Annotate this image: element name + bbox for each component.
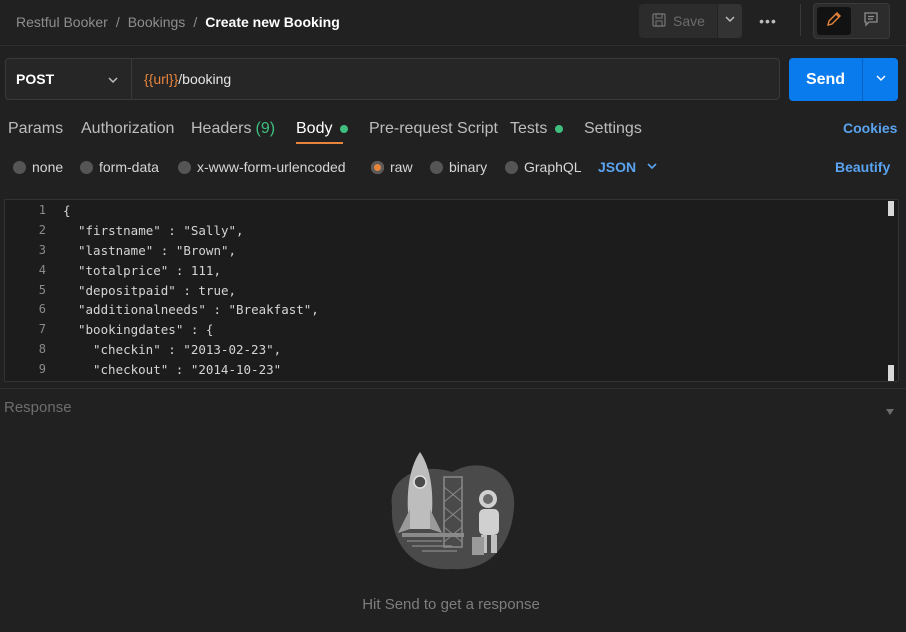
response-divider[interactable] xyxy=(0,388,906,389)
status-dot xyxy=(555,125,564,133)
save-button-group: Save xyxy=(639,4,742,38)
divider xyxy=(800,4,801,36)
send-button[interactable]: Send xyxy=(789,58,862,101)
line-number: 2 xyxy=(38,223,46,237)
line-gutter: 1 2 3 4 5 6 7 8 9 xyxy=(5,200,60,381)
line-number: 5 xyxy=(38,283,46,297)
code-line: "lastname" : "Brown", xyxy=(78,243,237,258)
save-button[interactable]: Save xyxy=(639,4,717,38)
radio-label: raw xyxy=(390,159,413,175)
save-label: Save xyxy=(673,13,705,29)
tab-params[interactable]: Params xyxy=(8,120,63,148)
save-options-button[interactable] xyxy=(717,4,742,38)
radio-none[interactable]: none xyxy=(13,159,63,175)
line-number: 9 xyxy=(38,362,46,376)
radio-form-data[interactable]: form-data xyxy=(80,159,159,175)
more-options-button[interactable]: ••• xyxy=(753,10,783,32)
code-line: "bookingdates" : { xyxy=(78,322,214,337)
comment-icon xyxy=(862,10,880,33)
tab-label: Authorization xyxy=(81,120,175,137)
chevron-down-icon xyxy=(107,73,119,89)
edit-mode-button[interactable] xyxy=(817,7,851,35)
format-select[interactable]: JSON xyxy=(598,159,658,175)
tab-label: Pre-request Script xyxy=(369,120,498,137)
line-number: 3 xyxy=(38,243,46,257)
method-label: POST xyxy=(16,71,55,87)
radio-indicator xyxy=(13,160,26,174)
format-label: JSON xyxy=(598,159,637,175)
radio-label: x-www-form-urlencoded xyxy=(197,159,346,175)
radio-label: form-data xyxy=(99,159,159,175)
code-line: { xyxy=(63,203,71,218)
body-editor[interactable]: 1 2 3 4 5 6 7 8 9 { "firstname" : "Sally… xyxy=(4,199,899,382)
cookies-link[interactable]: Cookies xyxy=(843,120,897,136)
tab-label: Tests xyxy=(510,120,548,137)
radio-indicator xyxy=(80,160,93,174)
breadcrumb: Restful Booker / Bookings / Create new B… xyxy=(16,14,340,30)
line-number: 6 xyxy=(38,302,46,316)
chevron-down-icon xyxy=(875,71,887,89)
radio-indicator-selected xyxy=(371,160,384,174)
line-number: 7 xyxy=(38,322,46,336)
send-options-button[interactable] xyxy=(862,58,898,101)
caret-down-icon[interactable] xyxy=(885,403,895,421)
editor-scrollbar[interactable] xyxy=(888,365,894,381)
tab-pre-request-script[interactable]: Pre-request Script xyxy=(369,120,498,148)
headers-count: (9) xyxy=(255,120,276,137)
beautify-button[interactable]: Beautify xyxy=(835,159,890,175)
send-button-group: Send xyxy=(789,58,898,101)
breadcrumb-collection[interactable]: Restful Booker xyxy=(16,14,108,30)
radio-graphql[interactable]: GraphQL xyxy=(505,159,582,175)
radio-binary[interactable]: binary xyxy=(430,159,487,175)
radio-label: GraphQL xyxy=(524,159,582,175)
save-icon xyxy=(651,12,667,31)
code-line: "checkin" : "2013-02-23", xyxy=(93,342,282,357)
active-tab-indicator xyxy=(296,142,343,144)
code-line: "additionalneeds" : "Breakfast", xyxy=(78,302,319,317)
radio-indicator xyxy=(505,160,518,174)
line-number: 8 xyxy=(38,342,46,356)
tab-headers[interactable]: Headers (9) xyxy=(191,120,275,148)
radio-label: none xyxy=(32,159,64,175)
editor-scrollbar[interactable] xyxy=(888,201,894,216)
breadcrumb-folder[interactable]: Bookings xyxy=(128,14,186,30)
url-variable: {{url}} xyxy=(144,71,179,87)
tab-tests[interactable]: Tests xyxy=(510,120,564,148)
code-line: "firstname" : "Sally", xyxy=(78,223,244,238)
breadcrumb-separator: / xyxy=(115,14,120,30)
view-mode-toggle xyxy=(813,3,890,39)
line-number: 4 xyxy=(38,263,46,277)
line-number: 1 xyxy=(38,203,46,217)
code-line: "depositpaid" : true, xyxy=(78,283,237,298)
radio-indicator xyxy=(430,160,443,174)
breadcrumb-separator: / xyxy=(193,14,198,30)
comments-button[interactable] xyxy=(855,7,887,35)
tab-label: Headers xyxy=(191,120,252,137)
radio-indicator xyxy=(178,160,191,174)
tab-label: Body xyxy=(296,120,333,137)
chevron-down-icon xyxy=(646,159,658,175)
method-select[interactable]: POST xyxy=(5,58,131,100)
radio-raw[interactable]: raw xyxy=(371,159,413,175)
radio-urlencoded[interactable]: x-www-form-urlencoded xyxy=(178,159,346,175)
tab-settings[interactable]: Settings xyxy=(584,120,642,148)
chevron-down-icon xyxy=(724,12,736,30)
url-path: /booking xyxy=(178,71,232,87)
tab-authorization[interactable]: Authorization xyxy=(81,120,174,148)
empty-response-message: Hit Send to get a response xyxy=(362,596,540,613)
response-title: Response xyxy=(4,399,72,416)
request-header: Restful Booker / Bookings / Create new B… xyxy=(0,0,906,46)
code-line: "checkout" : "2014-10-23" xyxy=(93,362,282,377)
status-dot xyxy=(340,125,349,133)
radio-label: binary xyxy=(449,159,488,175)
rocket-astronaut-illustration xyxy=(382,447,522,577)
body-type-selector: none form-data x-www-form-urlencoded raw… xyxy=(0,157,906,179)
tab-label: Settings xyxy=(584,120,642,137)
pencil-icon xyxy=(825,10,843,33)
code-line: "totalprice" : 111, xyxy=(78,263,221,278)
url-input[interactable]: {{url}}/booking xyxy=(131,58,780,100)
request-name[interactable]: Create new Booking xyxy=(205,14,340,30)
tab-label: Params xyxy=(8,120,64,137)
